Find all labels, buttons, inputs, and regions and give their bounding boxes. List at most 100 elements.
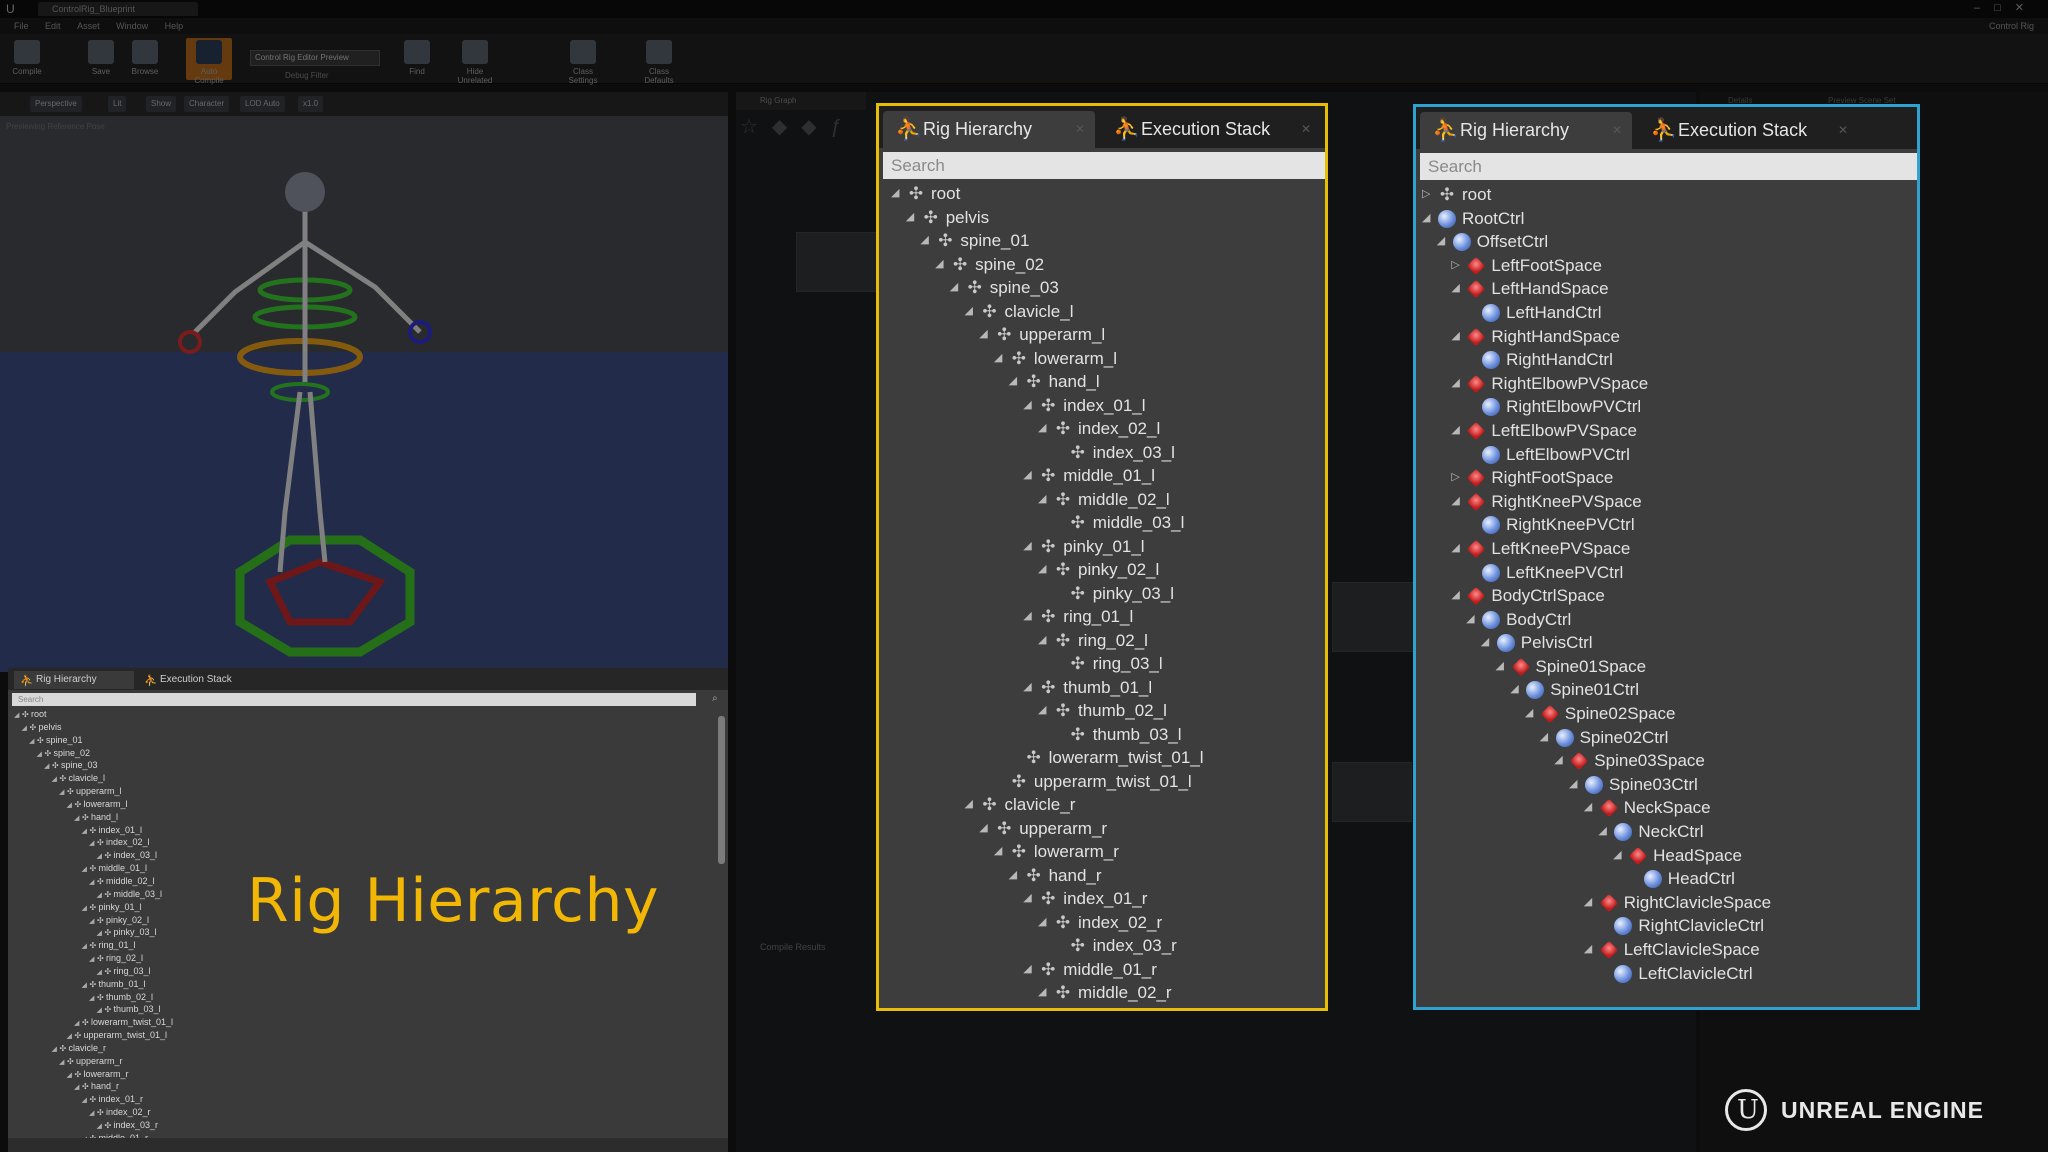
- collapse-arrow-icon[interactable]: ◢: [1584, 938, 1598, 962]
- tree-row[interactable]: ◢ RootCtrl: [1416, 207, 1917, 231]
- small-tree-row[interactable]: ◢ ✣ lowerarm_twist_01_l: [14, 1016, 514, 1029]
- tree-row[interactable]: ▷ RightFootSpace: [1416, 466, 1917, 490]
- tree-row[interactable]: ◢ ✣ thumb_02_l: [879, 699, 1325, 723]
- tree-row[interactable]: ◢ ✣ pinky_02_l: [879, 558, 1325, 582]
- small-tree-row[interactable]: ◢ ✣ index_03_l: [14, 849, 514, 862]
- tree-row[interactable]: ◢ LeftKneePVSpace: [1416, 537, 1917, 561]
- collapse-arrow-icon[interactable]: ◢: [1023, 394, 1037, 418]
- tree-row[interactable]: ◢ ✣ index_01_r: [879, 887, 1325, 911]
- collapse-arrow-icon[interactable]: ◢: [891, 182, 905, 206]
- collapse-arrow-icon[interactable]: ◢: [1009, 864, 1023, 888]
- rig-graph-tab[interactable]: Rig Graph: [736, 92, 866, 110]
- collapse-arrow-icon[interactable]: ◢: [1451, 277, 1465, 301]
- tree-row[interactable]: ◢ ✣ middle_02_l: [879, 488, 1325, 512]
- tree-row[interactable]: ◢ ✣ pelvis: [879, 206, 1325, 230]
- collapse-arrow-icon[interactable]: ◢: [1038, 981, 1052, 1005]
- collapse-arrow-icon[interactable]: ◢: [1451, 537, 1465, 561]
- small-tree-row[interactable]: ◢ ✣ ring_02_l: [14, 952, 514, 965]
- compile-button[interactable]: Compile: [4, 38, 50, 80]
- tree-row[interactable]: ◢ ✣ pinky_01_l: [879, 535, 1325, 559]
- collapse-arrow-icon[interactable]: ◢: [994, 840, 1008, 864]
- collapse-arrow-icon[interactable]: ◢: [1540, 726, 1554, 750]
- collapse-arrow-icon[interactable]: ◢: [1584, 796, 1598, 820]
- small-tree-row[interactable]: ◢ ✣ hand_l: [14, 811, 514, 824]
- control-tab-rig-hierarchy[interactable]: ⛹ Rig Hierarchy ✕: [1420, 112, 1632, 149]
- small-tree-row[interactable]: ◢ ✣ spine_03: [14, 759, 514, 772]
- tree-row[interactable]: LeftElbowPVCtrl: [1416, 443, 1917, 467]
- collapse-arrow-icon[interactable]: ◢: [1023, 676, 1037, 700]
- tree-row[interactable]: ◢ Spine01Ctrl: [1416, 678, 1917, 702]
- menu-asset[interactable]: Asset: [77, 18, 100, 34]
- tree-row[interactable]: ◢ LeftClavicleSpace: [1416, 938, 1917, 962]
- tree-row[interactable]: LeftHandCtrl: [1416, 301, 1917, 325]
- collapse-arrow-icon[interactable]: ◢: [1023, 605, 1037, 629]
- tree-row[interactable]: ◢ ✣ root: [879, 182, 1325, 206]
- small-tree-row[interactable]: ◢ ✣ index_01_l: [14, 824, 514, 837]
- class-settings-button[interactable]: Class Settings: [560, 38, 606, 85]
- small-panel-scrollbar[interactable]: [718, 716, 725, 864]
- collapse-arrow-icon[interactable]: ◢: [920, 229, 934, 253]
- small-tree-row[interactable]: ◢ ✣ lowerarm_l: [14, 798, 514, 811]
- collapse-arrow-icon[interactable]: ◢: [994, 347, 1008, 371]
- bone-search-input[interactable]: Search: [883, 152, 1325, 179]
- tree-row[interactable]: RightHandCtrl: [1416, 348, 1917, 372]
- small-tree-row[interactable]: ◢ ✣ ring_03_l: [14, 965, 514, 978]
- class-defaults-button[interactable]: Class Defaults: [636, 38, 682, 85]
- character-button[interactable]: Character: [184, 96, 230, 112]
- menu-file[interactable]: File: [14, 18, 29, 34]
- viewport[interactable]: Perspective Lit Show Character LOD Auto …: [0, 92, 728, 672]
- small-tree-row[interactable]: ◢ ✣ upperarm_r: [14, 1055, 514, 1068]
- tree-row[interactable]: ◢ ✣ upperarm_r: [879, 817, 1325, 841]
- graph-node[interactable]: [796, 232, 886, 292]
- tree-row[interactable]: ◢ NeckCtrl: [1416, 820, 1917, 844]
- collapse-arrow-icon[interactable]: ◢: [1613, 844, 1627, 868]
- tree-row[interactable]: LeftKneePVCtrl: [1416, 561, 1917, 585]
- tree-row[interactable]: ◢ Spine02Space: [1416, 702, 1917, 726]
- tree-row[interactable]: ◢ NeckSpace: [1416, 796, 1917, 820]
- find-button[interactable]: Find: [394, 38, 440, 80]
- tree-row[interactable]: ✣ middle_03_l: [879, 511, 1325, 535]
- close-icon[interactable]: ✕: [1838, 112, 1848, 148]
- tree-row[interactable]: ✣ ring_03_l: [879, 652, 1325, 676]
- small-tree-row[interactable]: ◢ ✣ thumb_02_l: [14, 991, 514, 1004]
- collapse-arrow-icon[interactable]: ◢: [1451, 372, 1465, 396]
- collapse-arrow-icon[interactable]: ◢: [1466, 608, 1480, 632]
- small-tree-row[interactable]: ◢ ✣ upperarm_twist_01_l: [14, 1029, 514, 1042]
- expand-arrow-icon[interactable]: ▷: [1451, 466, 1465, 490]
- collapse-arrow-icon[interactable]: ◢: [979, 323, 993, 347]
- tree-row[interactable]: ✣ thumb_03_l: [879, 723, 1325, 747]
- collapse-arrow-icon[interactable]: ◢: [1554, 749, 1568, 773]
- hide-unrelated-button[interactable]: Hide Unrelated: [452, 38, 498, 85]
- tree-row[interactable]: ◢ LeftElbowPVSpace: [1416, 419, 1917, 443]
- collapse-arrow-icon[interactable]: ◢: [979, 817, 993, 841]
- collapse-arrow-icon[interactable]: ◢: [1598, 820, 1612, 844]
- close-icon[interactable]: ✕: [1612, 112, 1622, 148]
- close-icon[interactable]: ✕: [1075, 111, 1085, 147]
- tree-row[interactable]: ▷ ✣ root: [1416, 183, 1917, 207]
- tree-row[interactable]: ◢ RightElbowPVSpace: [1416, 372, 1917, 396]
- tree-row[interactable]: RightKneePVCtrl: [1416, 513, 1917, 537]
- tree-row[interactable]: ◢ BodyCtrl: [1416, 608, 1917, 632]
- tree-row[interactable]: ◢ ✣ middle_01_r: [879, 958, 1325, 982]
- tree-row[interactable]: ◢ ✣ clavicle_l: [879, 300, 1325, 324]
- tree-row[interactable]: ✣ index_03_l: [879, 441, 1325, 465]
- expand-arrow-icon[interactable]: ▷: [1422, 183, 1436, 207]
- collapse-arrow-icon[interactable]: ◢: [965, 793, 979, 817]
- tree-row[interactable]: ▷ LeftFootSpace: [1416, 254, 1917, 278]
- small-tree-row[interactable]: ◢ ✣ thumb_03_l: [14, 1003, 514, 1016]
- collapse-arrow-icon[interactable]: ◢: [965, 300, 979, 324]
- small-tree-row[interactable]: ◢ ✣ hand_r: [14, 1080, 514, 1093]
- tree-row[interactable]: ✣ lowerarm_twist_01_l: [879, 746, 1325, 770]
- collapse-arrow-icon[interactable]: ◢: [1481, 631, 1495, 655]
- collapse-arrow-icon[interactable]: ◢: [1584, 891, 1598, 915]
- menu-edit[interactable]: Edit: [45, 18, 61, 34]
- collapse-arrow-icon[interactable]: ◢: [1038, 629, 1052, 653]
- collapse-arrow-icon[interactable]: ◢: [935, 253, 949, 277]
- tree-row[interactable]: ◢ Spine03Ctrl: [1416, 773, 1917, 797]
- tree-row[interactable]: ◢ RightKneePVSpace: [1416, 490, 1917, 514]
- collapse-arrow-icon[interactable]: ◢: [1451, 419, 1465, 443]
- menu-help[interactable]: Help: [165, 18, 184, 34]
- collapse-arrow-icon[interactable]: ◢: [950, 276, 964, 300]
- collapse-arrow-icon[interactable]: ◢: [906, 206, 920, 230]
- tree-row[interactable]: ✣ pinky_03_l: [879, 582, 1325, 606]
